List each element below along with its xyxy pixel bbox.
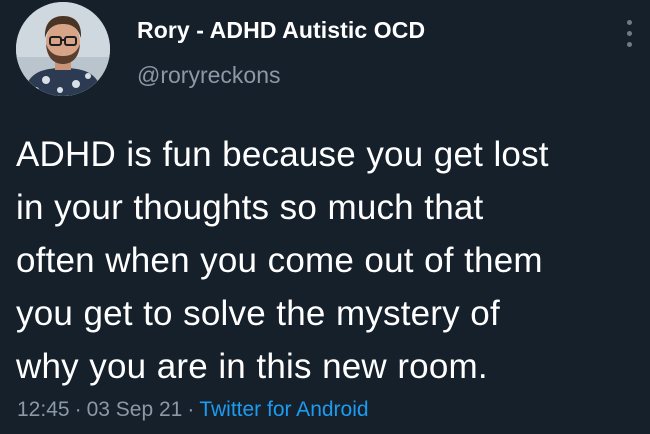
tweet-time[interactable]: 12:45	[17, 398, 70, 421]
more-dot	[627, 31, 632, 36]
meta-separator: ·	[187, 398, 195, 421]
author-display-name[interactable]: Rory - ADHD Autistic OCD	[137, 17, 425, 44]
tweet-text-line: in your thoughts so much that	[16, 188, 484, 227]
more-vertical-icon[interactable]	[622, 18, 638, 50]
tweet-text-line: you get to solve the mystery of	[16, 294, 500, 333]
tweet-metadata: 12:45 · 03 Sep 21 · Twitter for Android	[17, 398, 369, 422]
meta-separator: ·	[74, 398, 82, 421]
more-dot	[627, 20, 632, 25]
tweet-text-line: ADHD is fun because you get lost	[16, 135, 549, 174]
tweet-text-line: often when you come out of them	[16, 241, 543, 280]
author-handle[interactable]: @roryreckons	[137, 62, 281, 89]
tweet-date[interactable]: 03 Sep 21	[87, 398, 183, 421]
tweet-source-link[interactable]: Twitter for Android	[199, 398, 368, 421]
avatar-image	[16, 2, 110, 96]
tweet-card: Rory - ADHD Autistic OCD @roryreckons AD…	[0, 0, 650, 434]
tweet-text: ADHD is fun because you get lost in your…	[16, 128, 641, 393]
avatar[interactable]	[16, 2, 110, 96]
tweet-text-line: why you are in this new room.	[16, 347, 488, 386]
more-dot	[627, 42, 632, 47]
